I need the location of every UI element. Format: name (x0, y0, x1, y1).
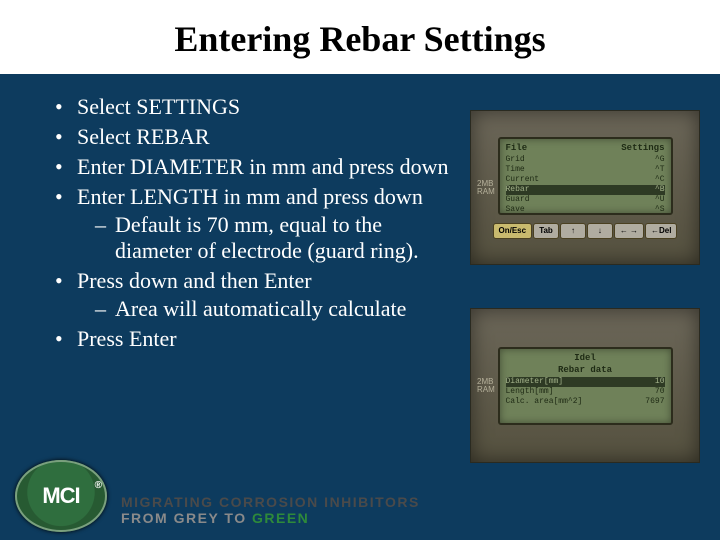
list-item: Select SETTINGS (55, 94, 450, 120)
bullet-list: Select SETTINGS Select REBAR Enter DIAME… (55, 94, 450, 352)
mci-logo: MCI ® (15, 460, 107, 532)
registered-icon: ® (95, 480, 101, 491)
footer-line-2: FROM GREY TO GREEN (121, 510, 420, 526)
screen-row-shortcut: ^C (655, 175, 665, 185)
device-photo-settings: 2MB RAM File Settings Grid ^G Time ^T Curr… (470, 110, 700, 265)
title-bar: Entering Rebar Settings (0, 0, 720, 74)
footer-line-1: MIGRATING CORROSION INHIBITORS (121, 494, 420, 510)
sub-list-item: Area will automatically calculate (95, 296, 450, 322)
key-tab: Tab (533, 223, 559, 239)
screen-row-label: Diameter[mm] (506, 377, 564, 387)
device-screen: File Settings Grid ^G Time ^T Current ^C Re… (498, 137, 673, 215)
footer-line-2a: FROM GREY TO (121, 510, 252, 526)
key-del: ←Del (645, 223, 677, 239)
screen-row-shortcut: ^S (655, 205, 665, 215)
screen-row-label: Calc. area[mm^2] (506, 397, 583, 407)
sub-list: Area will automatically calculate (95, 296, 450, 322)
screen-row-value: 10 (655, 377, 665, 387)
screen-row-label: Length[mm] (506, 387, 554, 397)
screen-row-label: Rebar (506, 185, 530, 195)
screen-row-value: 70 (655, 387, 665, 397)
screen-header: Idel (574, 353, 596, 363)
screen-menu-settings: Settings (621, 143, 664, 153)
device-keypad: On/Esc Tab ↑ ↓ ← → ←Del (493, 223, 678, 239)
screen-row-label: Current (506, 175, 540, 185)
screen-row-shortcut: ^G (655, 155, 665, 165)
key-lr: ← → (614, 223, 644, 239)
key-on-esc: On/Esc (493, 223, 533, 239)
list-item-text: Press down and then Enter (77, 268, 312, 293)
screen-row-shortcut: ^B (655, 185, 665, 195)
screen-row-label: Time (506, 165, 525, 175)
list-item: Press down and then Enter Area will auto… (55, 268, 450, 322)
screen-row-shortcut: ^U (655, 195, 665, 205)
list-item-text: Enter LENGTH in mm and press down (77, 184, 423, 209)
slide-title: Entering Rebar Settings (0, 18, 720, 60)
footer-text: MIGRATING CORROSION INHIBITORS FROM GREY… (121, 494, 420, 532)
mci-logo-text: MCI (42, 483, 79, 509)
key-down: ↓ (587, 223, 613, 239)
screen-menu-file: File (506, 143, 528, 153)
ram-label: 2MB RAM (477, 180, 499, 196)
screen-row-value: 7697 (645, 397, 664, 407)
key-up: ↑ (560, 223, 586, 239)
device-photo-rebar: 2MB RAM Idel Rebar data Diameter[mm] 10 L… (470, 308, 700, 463)
screen-row-label: Guard (506, 195, 530, 205)
ram-label: 2MB RAM (477, 378, 499, 394)
sub-list: Default is 70 mm, equal to the diameter … (95, 212, 450, 264)
footer-line-2b: GREEN (252, 510, 309, 526)
device-screen: Idel Rebar data Diameter[mm] 10 Length[mm… (498, 347, 673, 425)
list-item: Select REBAR (55, 124, 450, 150)
screen-row-shortcut: ^T (655, 165, 665, 175)
list-item: Press Enter (55, 326, 450, 352)
screen-row-label: Save (506, 205, 525, 215)
sub-list-item: Default is 70 mm, equal to the diameter … (95, 212, 450, 264)
footer: MCI ® MIGRATING CORROSION INHIBITORS FRO… (15, 457, 425, 532)
screen-subheader: Rebar data (558, 365, 612, 375)
list-item: Enter DIAMETER in mm and press down (55, 154, 450, 180)
list-item: Enter LENGTH in mm and press down Defaul… (55, 184, 450, 264)
screen-row-label: Grid (506, 155, 525, 165)
